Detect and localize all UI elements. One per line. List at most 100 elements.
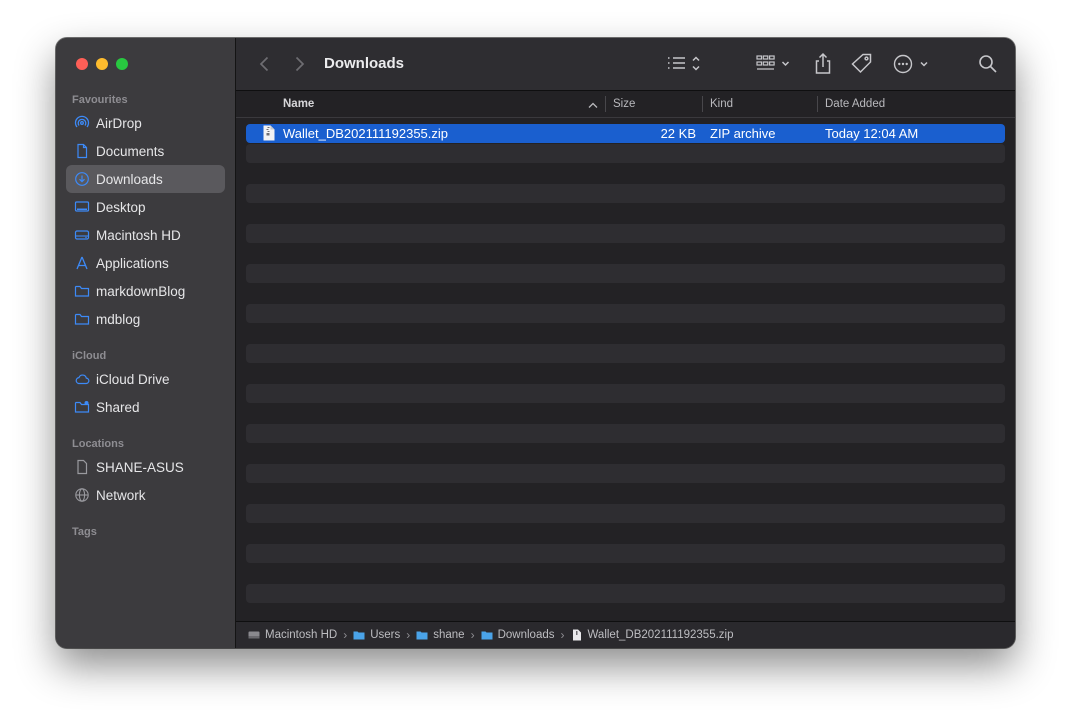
empty-row [246, 384, 1005, 403]
list-view-icon [668, 56, 700, 71]
home-folder-icon [416, 629, 428, 641]
folder-icon [74, 283, 90, 299]
applications-icon [74, 255, 90, 271]
sidebar-item-markdownblog[interactable]: markdownBlog [66, 277, 225, 305]
sidebar-item-airdrop[interactable]: AirDrop [66, 109, 225, 137]
close-window-button[interactable] [76, 58, 88, 70]
path-label: Wallet_DB202111192355.zip [587, 629, 734, 641]
file-date-added: Today 12:04 AM [825, 126, 919, 141]
group-button[interactable] [755, 52, 793, 76]
path-label: Macintosh HD [265, 629, 338, 641]
sidebar-item-label: mdblog [96, 311, 141, 327]
column-header-date-added[interactable]: Date Added [825, 91, 885, 117]
path-crumb-users[interactable]: Users [353, 629, 400, 641]
harddrive-icon [248, 629, 260, 641]
sidebar-item-mdblog[interactable]: mdblog [66, 305, 225, 333]
column-header-kind[interactable]: Kind [710, 91, 733, 117]
column-divider[interactable] [605, 96, 606, 112]
file-size: 22 KB [660, 126, 696, 141]
path-label: Downloads [497, 629, 555, 641]
path-crumb-file[interactable]: Wallet_DB202111192355.zip [571, 629, 734, 641]
sidebar-item-icloud-drive[interactable]: iCloud Drive [66, 365, 225, 393]
sidebar-item-shared[interactable]: Shared [66, 393, 225, 421]
empty-row [246, 264, 1005, 283]
zip-file-icon [263, 125, 275, 144]
sidebar-item-shane-asus[interactable]: SHANE-ASUS [66, 453, 225, 481]
folder-icon [74, 311, 90, 327]
sidebar-item-applications[interactable]: Applications [66, 249, 225, 277]
tag-icon [851, 53, 872, 74]
sidebar-item-label: Documents [96, 143, 165, 159]
harddrive-icon [74, 227, 90, 243]
file-kind: ZIP archive [710, 126, 776, 141]
globe-icon [74, 487, 90, 503]
empty-row [246, 544, 1005, 563]
folder-icon [353, 629, 365, 641]
toolbar: Downloads [236, 38, 1015, 91]
sidebar-item-desktop[interactable]: Desktop [66, 193, 225, 221]
sidebar-item-label: iCloud Drive [96, 371, 170, 387]
search-icon [979, 55, 997, 73]
sidebar-item-label: AirDrop [96, 115, 142, 131]
path-crumb-macintosh-hd[interactable]: Macintosh HD [248, 629, 337, 641]
share-button[interactable] [812, 52, 834, 76]
sidebar-item-downloads[interactable]: Downloads [66, 165, 225, 193]
shared-folder-icon [74, 399, 90, 415]
path-label: shane [433, 629, 465, 641]
empty-row [246, 304, 1005, 323]
path-bar: Macintosh HD › Users › shane › Downloads… [236, 621, 1015, 648]
empty-row [246, 224, 1005, 243]
minimize-window-button[interactable] [96, 58, 108, 70]
chevron-right-icon [295, 56, 305, 72]
zip-file-icon [571, 629, 583, 641]
sidebar-item-label: markdownBlog [96, 283, 186, 299]
empty-row [246, 184, 1005, 203]
sidebar-item-network[interactable]: Network [66, 481, 225, 509]
sidebar-item-label: Downloads [96, 171, 163, 187]
window-title: Downloads [324, 55, 405, 72]
path-separator-icon: › [560, 628, 565, 642]
view-list-button[interactable] [666, 52, 704, 76]
section-title-favourites: Favourites [72, 94, 128, 106]
column-divider[interactable] [817, 96, 818, 112]
sidebar-item-label: Applications [96, 255, 169, 271]
search-button[interactable] [977, 52, 999, 76]
path-crumb-shane[interactable]: shane [416, 629, 465, 641]
finder-window: Favourites AirDrop Documents Downloads D… [56, 38, 1015, 648]
download-icon [74, 171, 90, 187]
main-pane: Downloads Name Size Kind Date Added Wall… [236, 38, 1015, 648]
document-icon [74, 143, 90, 159]
desktop-icon [74, 199, 90, 215]
column-header-size[interactable]: Size [613, 91, 635, 117]
section-title-tags: Tags [72, 526, 97, 538]
column-header-name[interactable]: Name [283, 91, 314, 117]
section-title-locations: Locations [72, 438, 124, 450]
empty-row [246, 424, 1005, 443]
traffic-lights [76, 58, 128, 70]
section-title-icloud: iCloud [72, 350, 107, 362]
computer-icon [74, 459, 90, 475]
column-divider[interactable] [702, 96, 703, 112]
zoom-window-button[interactable] [116, 58, 128, 70]
forward-button[interactable] [289, 54, 309, 74]
file-row[interactable]: Wallet_DB202111192355.zip 22 KB ZIP arch… [246, 124, 1005, 143]
sidebar-item-macintosh-hd[interactable]: Macintosh HD [66, 221, 225, 249]
sidebar-item-label: Desktop [96, 199, 146, 215]
cloud-icon [74, 371, 90, 387]
path-crumb-downloads[interactable]: Downloads [481, 629, 555, 641]
empty-row [246, 464, 1005, 483]
chevron-left-icon [259, 56, 269, 72]
sidebar-item-label: Network [96, 487, 146, 503]
sort-ascending-icon[interactable] [588, 100, 598, 112]
column-headers: Name Size Kind Date Added [236, 91, 1015, 118]
sidebar-item-documents[interactable]: Documents [66, 137, 225, 165]
download-folder-icon [481, 629, 493, 641]
empty-row [246, 344, 1005, 363]
grid-icon [756, 55, 790, 70]
more-actions-button[interactable] [892, 52, 930, 76]
back-button[interactable] [255, 54, 275, 74]
sidebar-item-label: Shared [96, 399, 140, 415]
file-name: Wallet_DB202111192355.zip [283, 126, 449, 141]
tag-button[interactable] [850, 52, 874, 76]
empty-row [246, 584, 1005, 603]
